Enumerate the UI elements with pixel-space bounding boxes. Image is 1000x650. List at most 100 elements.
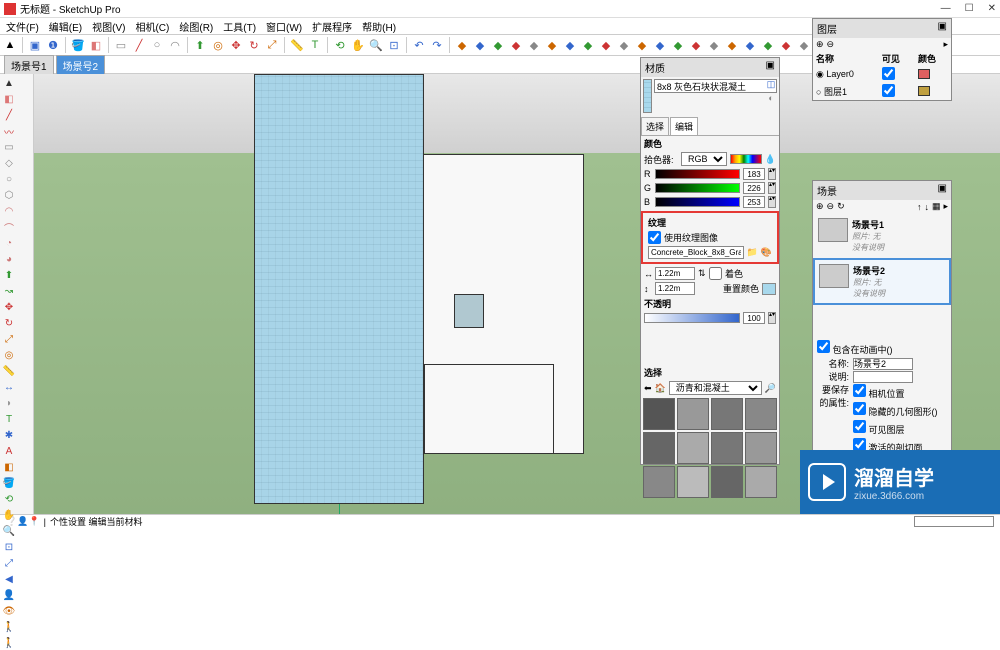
menu-help[interactable]: 帮助(H) [360, 19, 398, 34]
details-icon[interactable]: 🔎 [765, 383, 776, 394]
col-visible[interactable]: 可见 [879, 51, 915, 66]
width-input[interactable] [655, 267, 695, 280]
material-thumb[interactable] [643, 432, 675, 464]
rotate-icon[interactable]: ↻ [2, 316, 16, 330]
tape-icon[interactable]: 📏 [2, 364, 16, 378]
scenes-panel[interactable]: 场景▣ ⊕ ⊖ ↻ ↑ ↓ ▦ ▸ 场景号1 照片: 无 没有说明 场景号2 照… [812, 180, 952, 480]
remove-layer-icon[interactable]: ⊖ [827, 39, 835, 50]
offset-icon[interactable]: ◎ [210, 37, 226, 53]
tool-icon[interactable]: ◆ [454, 37, 470, 53]
material-name-input[interactable] [654, 79, 777, 93]
scene-up-icon[interactable]: ↑ [917, 202, 922, 212]
pie2-icon[interactable]: ◕ [2, 252, 16, 266]
layer-color-chip[interactable] [918, 69, 930, 79]
r-value[interactable]: 183 [743, 168, 765, 180]
select-tool-icon[interactable]: ▲ [2, 37, 18, 53]
material-thumb[interactable] [677, 466, 709, 498]
rotrect-icon[interactable]: ◇ [2, 156, 16, 170]
spin-icon[interactable]: ▴▾ [768, 312, 776, 324]
select-icon[interactable]: ▲ [2, 76, 16, 90]
circle-icon[interactable]: ○ [149, 37, 165, 53]
move-icon[interactable]: ✥ [228, 37, 244, 53]
redo-icon[interactable]: ↷ [429, 37, 445, 53]
measurement-box[interactable] [914, 516, 994, 527]
tool-icon[interactable]: ◆ [544, 37, 560, 53]
section-icon[interactable]: ◧ [2, 460, 16, 474]
g-value[interactable]: 226 [743, 182, 765, 194]
undo-icon[interactable]: ↶ [411, 37, 427, 53]
tool-icon[interactable]: ◆ [688, 37, 704, 53]
menu-camera[interactable]: 相机(C) [133, 19, 171, 34]
add-scene-icon[interactable]: ⊕ [816, 201, 824, 212]
tool-icon[interactable]: ◆ [778, 37, 794, 53]
rotate-icon[interactable]: ↻ [246, 37, 262, 53]
remove-scene-icon[interactable]: ⊖ [827, 201, 835, 212]
text-icon[interactable]: T [307, 37, 323, 53]
dim-icon[interactable]: ↔ [2, 380, 16, 394]
material-thumb[interactable] [745, 398, 777, 430]
orbit-icon[interactable]: ⟲ [332, 37, 348, 53]
3dtext-icon[interactable]: A [2, 444, 16, 458]
category-select[interactable]: 沥青和混凝土 [669, 381, 762, 395]
menu-window[interactable]: 窗口(W) [264, 19, 304, 34]
scene-down-icon[interactable]: ↓ [924, 202, 929, 212]
tool-icon[interactable]: ◆ [472, 37, 488, 53]
tool-icon[interactable]: ◆ [652, 37, 668, 53]
opacity-value[interactable]: 100 [743, 312, 765, 324]
material-thumb[interactable] [711, 432, 743, 464]
tape-icon[interactable]: 📏 [289, 37, 305, 53]
menu-file[interactable]: 文件(F) [4, 19, 41, 34]
scene-desc-input[interactable] [853, 371, 913, 383]
close-button[interactable]: ✕ [988, 3, 996, 14]
scene-view-icon[interactable]: ▦ [932, 201, 941, 212]
opt-checkbox[interactable] [853, 420, 866, 433]
nav-home-icon[interactable]: 🏠 [655, 383, 666, 394]
tool-icon[interactable]: ◆ [724, 37, 740, 53]
panel-close-icon[interactable]: ▣ [938, 21, 947, 36]
zoom-extents-icon[interactable]: ⊡ [386, 37, 402, 53]
push-icon[interactable]: ⬆ [192, 37, 208, 53]
offset-icon[interactable]: ◎ [2, 348, 16, 362]
material-thumb[interactable] [677, 398, 709, 430]
picker-mode-select[interactable]: RGB [681, 152, 727, 166]
update-scene-icon[interactable]: ↻ [837, 201, 845, 212]
eyedropper-icon[interactable]: 💧 [765, 154, 776, 165]
layer-visible-checkbox[interactable] [882, 67, 895, 80]
paint-icon[interactable]: 🪣 [2, 476, 16, 490]
edit-icon[interactable]: 🎨 [761, 247, 772, 258]
walk2-icon[interactable]: 🚶 [2, 636, 16, 650]
menu-tools[interactable]: 工具(T) [221, 19, 258, 34]
material-thumb[interactable] [711, 466, 743, 498]
opt-checkbox[interactable] [853, 384, 866, 397]
layers-panel[interactable]: 图层▣ ⊕⊖▸ 名称可见颜色 ◉ Layer0 ○ 图层1 [812, 18, 952, 101]
col-color[interactable]: 颜色 [915, 51, 951, 66]
hue-strip[interactable] [730, 154, 762, 164]
nav-back-icon[interactable]: ⬅ [644, 383, 652, 394]
make-component-icon[interactable]: ▣ [27, 37, 43, 53]
scale-icon[interactable]: ⤢ [2, 332, 16, 346]
tint-checkbox[interactable] [709, 267, 722, 280]
status-icon[interactable]: 👤 [17, 516, 28, 527]
tool-icon[interactable]: ◆ [580, 37, 596, 53]
follow-icon[interactable]: ↝ [2, 284, 16, 298]
tool-icon[interactable]: ◆ [634, 37, 650, 53]
opt-checkbox[interactable] [853, 402, 866, 415]
scene-item[interactable]: 场景号2 照片: 无 没有说明 [813, 258, 951, 305]
pan-icon[interactable]: ✋ [2, 508, 16, 522]
spin-icon[interactable]: ▴▾ [768, 182, 776, 194]
info-icon[interactable]: ❶ [45, 37, 61, 53]
create-material-icon[interactable]: ◫ [765, 79, 777, 91]
pie-icon[interactable]: ◔ [2, 236, 16, 250]
tool-icon[interactable]: ◆ [706, 37, 722, 53]
zoom-icon[interactable]: 🔍 [368, 37, 384, 53]
spin-icon[interactable]: ▴▾ [768, 196, 776, 208]
line-icon[interactable]: ╱ [2, 108, 16, 122]
minimize-button[interactable]: — [941, 3, 951, 14]
reset-color-label[interactable]: 重置颜色 [723, 282, 759, 295]
material-thumb[interactable] [643, 466, 675, 498]
text-icon[interactable]: T [2, 412, 16, 426]
menu-view[interactable]: 视图(V) [90, 19, 127, 34]
b-slider[interactable] [655, 197, 740, 207]
material-thumb[interactable] [711, 398, 743, 430]
col-name[interactable]: 名称 [813, 51, 879, 66]
